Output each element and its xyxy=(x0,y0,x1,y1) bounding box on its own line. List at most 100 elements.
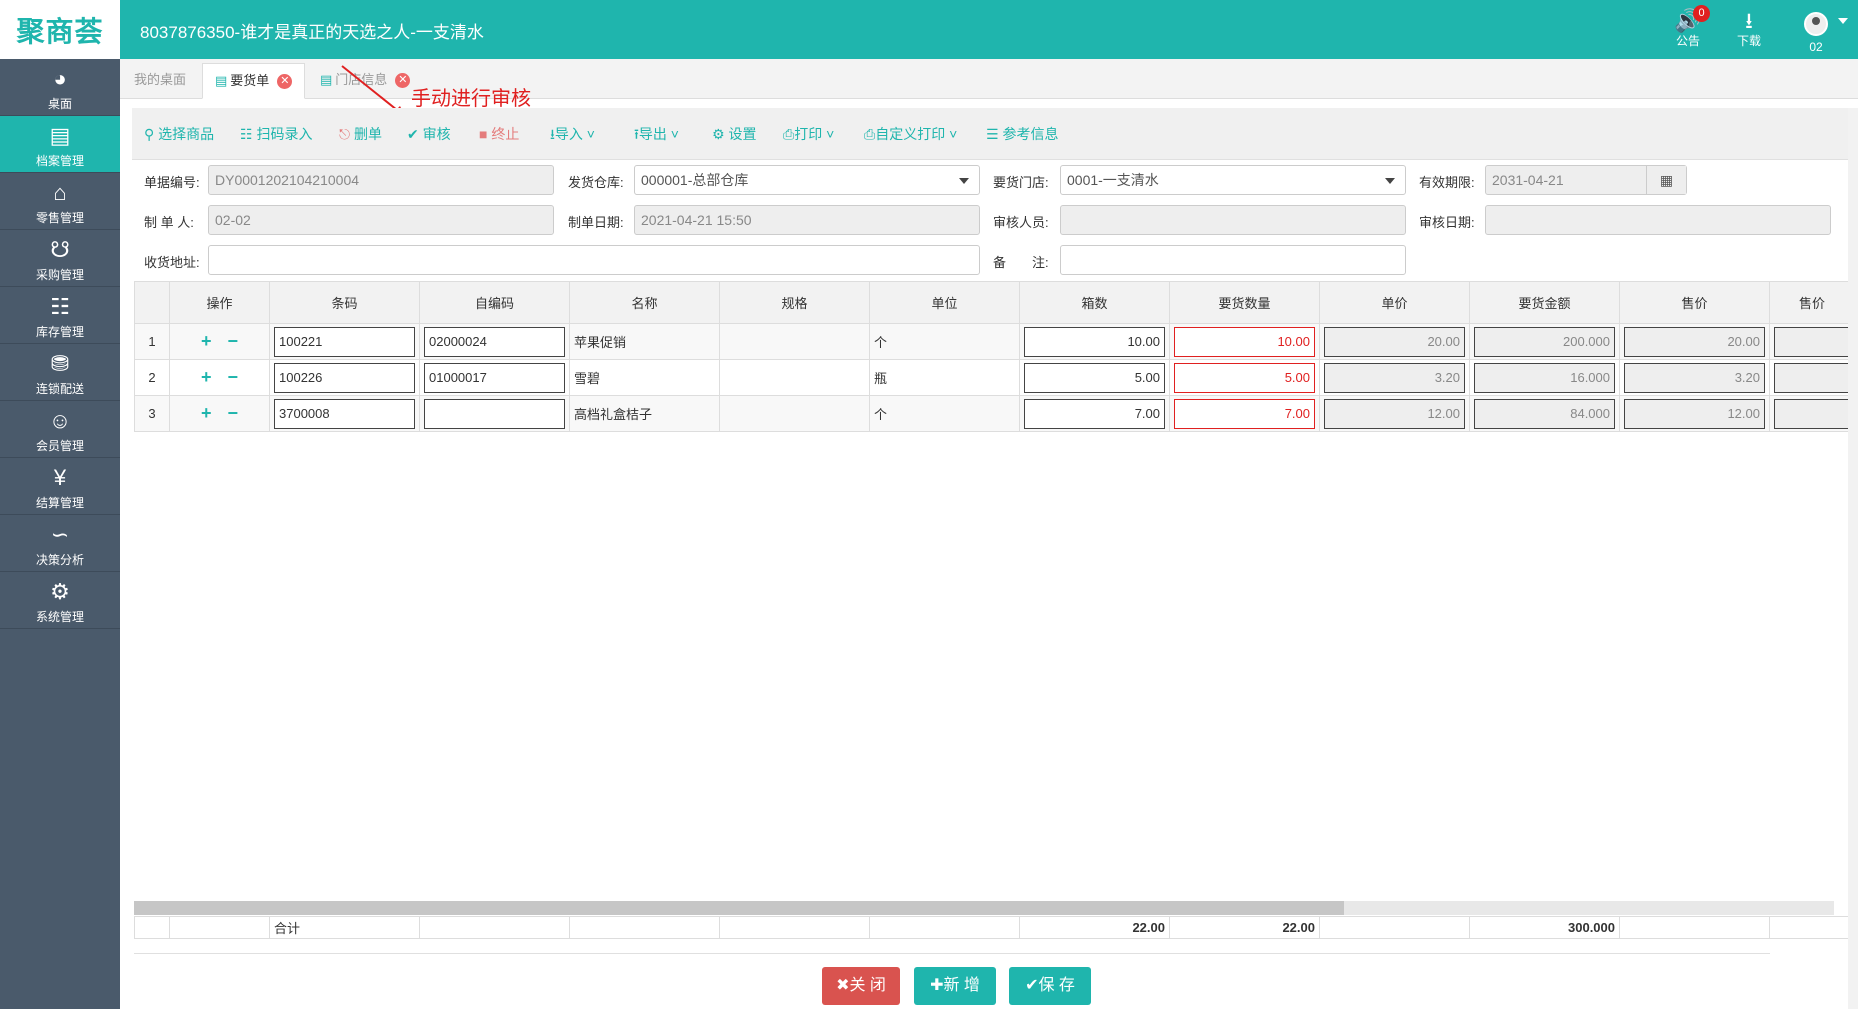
barcode-input[interactable]: 100226 xyxy=(274,362,415,393)
col-header[interactable]: 要货数量 xyxy=(1169,281,1320,324)
export-button[interactable]: ⭱导出 ˅ xyxy=(634,124,679,148)
remove-row-icon[interactable]: − xyxy=(228,403,239,423)
import-button[interactable]: ⭳导入 ˅ xyxy=(550,124,595,148)
top-bar: 聚商荟 8037876350-谁才是真正的天选之人-一支清水 🔊 0 公告 ⭳ … xyxy=(0,0,1858,59)
boxes-input[interactable]: 7.00 xyxy=(1024,398,1165,429)
tab-requisition[interactable]: ▤ 要货单 ✕ xyxy=(202,63,306,99)
make-date-label: 制单日期: xyxy=(568,215,624,230)
remove-row-icon[interactable]: − xyxy=(228,367,239,387)
qty-input[interactable]: 5.00 xyxy=(1174,362,1315,393)
address-field[interactable] xyxy=(208,245,980,275)
sidebar-item-settlement[interactable]: ¥ 结算管理 xyxy=(0,458,120,515)
settlement-icon: ¥ xyxy=(53,465,67,490)
check-icon: ✔ xyxy=(407,126,423,142)
sidebar-item-system[interactable]: ⚙ 系统管理 xyxy=(0,572,120,629)
boxes-input[interactable]: 5.00 xyxy=(1024,362,1165,393)
remark-field[interactable] xyxy=(1060,245,1406,275)
col-header[interactable]: 售价 xyxy=(1769,281,1855,324)
table-row: 2 + − 100226 01000017 雪碧 瓶 5.00 5.00 3.20… xyxy=(134,359,1855,396)
vertical-scrollbar[interactable] xyxy=(1848,108,1858,1009)
notice-button[interactable]: 🔊 0 公告 xyxy=(1668,5,1710,49)
notice-badge: 0 xyxy=(1693,5,1710,22)
maker-label: 制 单 人: xyxy=(144,215,194,230)
code-input[interactable] xyxy=(424,398,565,429)
barcode-input[interactable]: 100221 xyxy=(274,326,415,357)
sidebar-item-purchase[interactable]: ☋ 采购管理 xyxy=(0,230,120,287)
sidebar-item-member[interactable]: ☺ 会员管理 xyxy=(0,401,120,458)
sidebar-item-analysis[interactable]: ∽ 决策分析 xyxy=(0,515,120,572)
delete-button[interactable]: ⎋ 删单 xyxy=(339,124,382,144)
col-header[interactable]: 条码 xyxy=(269,281,420,324)
qty-input[interactable]: 7.00 xyxy=(1174,398,1315,429)
notice-label: 公告 xyxy=(1675,34,1700,48)
warehouse-select[interactable]: 000001-总部仓库 xyxy=(634,165,980,195)
close-button[interactable]: ✖关 闭 xyxy=(822,967,900,1005)
check-icon: ✔ xyxy=(1025,977,1039,994)
download-button[interactable]: ⭳ 下载 xyxy=(1729,10,1769,49)
col-header[interactable]: 要货金额 xyxy=(1469,281,1620,324)
col-header[interactable]: 自编码 xyxy=(419,281,570,324)
terminate-button[interactable]: ■ 终止 xyxy=(479,124,519,144)
remark-label: 备 注: xyxy=(993,255,1049,270)
add-row-icon[interactable]: + xyxy=(201,403,212,423)
doc-no-field[interactable]: DY0001202104210004 xyxy=(208,165,554,195)
sidebar-item-desktop[interactable]: ◕ 桌面 xyxy=(0,59,120,116)
col-header[interactable]: 单位 xyxy=(869,281,1020,324)
barcode-icon: ☷ xyxy=(240,126,257,142)
sidebar-item-archive[interactable]: ▤ 档案管理 xyxy=(0,116,120,173)
store-select[interactable]: 0001-一支清水 xyxy=(1060,165,1406,195)
col-header[interactable]: 名称 xyxy=(569,281,720,324)
cart-icon: ☋ xyxy=(50,237,70,262)
save-button[interactable]: ✔保 存 xyxy=(1009,967,1091,1005)
col-header[interactable]: 规格 xyxy=(719,281,870,324)
new-button[interactable]: ✚新 增 xyxy=(914,967,996,1005)
member-icon: ☺ xyxy=(48,408,72,433)
code-input[interactable]: 01000017 xyxy=(424,362,565,393)
total-qty: 22.00 xyxy=(1169,916,1320,939)
chevron-down-icon[interactable] xyxy=(1838,18,1848,24)
price-field: 20.00 xyxy=(1324,326,1465,357)
total-boxes: 22.00 xyxy=(1019,916,1170,939)
sidebar-item-inventory[interactable]: ☷ 库存管理 xyxy=(0,287,120,344)
audit-date-field[interactable] xyxy=(1485,205,1831,235)
maker-field[interactable]: 02-02 xyxy=(208,205,554,235)
add-row-icon[interactable]: + xyxy=(201,367,212,387)
sidebar-item-distribution[interactable]: ⛃ 连锁配送 xyxy=(0,344,120,401)
totals-row: 合计 22.00 22.00 300.000 xyxy=(134,916,1855,939)
close-icon[interactable]: ✕ xyxy=(277,74,293,90)
barcode-input[interactable]: 3700008 xyxy=(274,398,415,429)
valid-date-field[interactable]: 2031-04-21 ▦ xyxy=(1485,165,1687,195)
gear-icon: ⚙ xyxy=(712,126,729,142)
remove-row-icon[interactable]: − xyxy=(228,331,239,351)
sidebar-item-retail[interactable]: ⌂ 零售管理 xyxy=(0,173,120,230)
scan-entry-button[interactable]: ☷ 扫码录入 xyxy=(240,124,312,144)
app-logo[interactable]: 聚商荟 xyxy=(0,0,120,59)
tab-my-desktop[interactable]: 我的桌面 xyxy=(122,63,198,99)
stop-icon: ■ xyxy=(479,126,492,142)
col-header[interactable]: 售价 xyxy=(1619,281,1770,324)
audit-button[interactable]: ✔ 审核 xyxy=(407,124,451,144)
sale-price-field-2 xyxy=(1774,326,1850,357)
auditor-field[interactable] xyxy=(1060,205,1406,235)
custom-print-button[interactable]: ⎙自定义打印 ˅ xyxy=(864,124,957,144)
print-button[interactable]: ⎙打印 ˅ xyxy=(783,124,834,144)
col-header[interactable]: 单价 xyxy=(1319,281,1470,324)
unit-cell: 瓶 xyxy=(869,359,1020,396)
col-header[interactable]: 箱数 xyxy=(1019,281,1170,324)
horizontal-scrollbar[interactable] xyxy=(134,901,1834,915)
reference-button[interactable]: ☰ 参考信息 xyxy=(986,124,1058,144)
settings-button[interactable]: ⚙ 设置 xyxy=(712,124,756,144)
boxes-input[interactable]: 10.00 xyxy=(1024,326,1165,357)
make-date-field[interactable]: 2021-04-21 15:50 xyxy=(634,205,980,235)
price-field: 12.00 xyxy=(1324,398,1465,429)
select-goods-button[interactable]: ⚲ 选择商品 xyxy=(144,124,214,144)
scrollbar-thumb[interactable] xyxy=(134,901,1344,915)
calendar-icon[interactable]: ▦ xyxy=(1646,166,1686,194)
col-header[interactable]: 操作 xyxy=(169,281,270,324)
add-row-icon[interactable]: + xyxy=(201,331,212,351)
code-input[interactable]: 02000024 xyxy=(424,326,565,357)
user-menu[interactable]: 02 xyxy=(1796,12,1836,54)
qty-input[interactable]: 10.00 xyxy=(1174,326,1315,357)
amount-field: 200.000 xyxy=(1474,326,1615,357)
gear-icon: ⚙ xyxy=(50,579,70,604)
